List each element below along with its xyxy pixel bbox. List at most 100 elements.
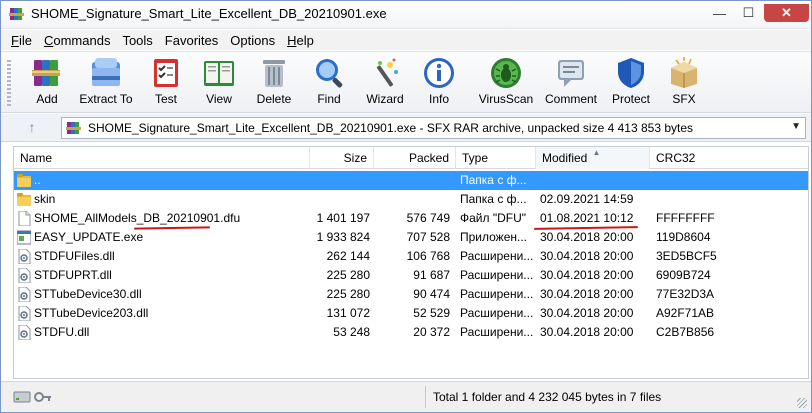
file-name: STDFUPRT.dll [34,268,112,282]
file-name: STTubeDevice30.dll [34,287,142,301]
menu-file[interactable]: File [11,33,32,48]
file-size [310,190,370,209]
dll-icon [17,286,31,303]
file-row[interactable]: STTubeDevice203.dll 131 072 52 529 Расширен… [14,304,808,323]
view-book-icon [204,61,234,86]
file-row[interactable]: .. Папка с ф... [14,171,808,190]
resize-grip[interactable] [797,398,807,408]
maximize-button[interactable]: ☐ [735,4,762,22]
file-row[interactable]: STDFUFiles.dll 262 144 106 768 Расширени...… [14,247,808,266]
toolbar-grip[interactable] [7,60,11,106]
file-crc32: 119D8604 [656,230,711,244]
file-crc32: 3ED5BCF5 [656,249,717,263]
menu-tools-label: Tools [122,32,153,48]
menu-options[interactable]: Options [230,33,275,48]
menu-commands-label: ommands [53,32,111,48]
file-size: 53 248 [333,325,370,339]
folder-icon [17,192,31,207]
menu-help[interactable]: Help [287,33,314,48]
column-header-crc32[interactable]: CRC32 [650,147,808,169]
archive-path-field[interactable]: SHOME_Signature_Smart_Lite_Excellent_DB_… [61,117,806,139]
file-name: STDFUFiles.dll [34,249,115,263]
file-size: 262 144 [326,249,370,263]
dll-icon [17,305,31,322]
sfx-label: SFX [672,92,696,106]
file-packed-size: 106 768 [406,249,450,263]
exe-icon [16,230,32,245]
menu-bar: File Commands Tools Favorites Options He… [1,30,811,50]
info-button[interactable]: Info [419,56,459,110]
file-packed-size [374,171,450,190]
file-modified: 30.04.2018 20:00 [540,230,634,244]
view-button[interactable]: View [199,56,239,110]
title-bar[interactable]: SHOME_Signature_Smart_Lite_Excellent_DB_… [1,1,811,29]
file-row[interactable]: EASY_UPDATE.exe 1 933 824 707 528 Приложен.… [14,228,808,247]
status-separator [425,386,426,408]
virusscan-button[interactable]: VirusScan [478,56,534,110]
file-type: Папка с ф... [460,192,527,206]
delete-label: Delete [256,92,292,106]
file-name: SHOME_AllModels_DB_20210901.dfu [34,211,241,225]
file-packed-size: 707 528 [406,230,450,244]
comment-button[interactable]: Comment [543,56,599,110]
winrar-books-icon [32,60,60,86]
test-button[interactable]: Test [146,56,186,110]
menu-commands[interactable]: Commands [44,33,110,48]
file-packed-size: 576 749 [406,211,450,225]
file-crc32: 6909B724 [656,268,711,282]
file-packed-size: 90 474 [413,287,450,301]
bug-scan-icon [491,58,521,88]
dll-icon [17,324,31,341]
find-button[interactable]: Find [309,56,349,110]
chevron-down-icon[interactable]: ▼ [791,121,801,132]
sfx-button[interactable]: SFX [664,56,704,110]
file-name: EASY_UPDATE.exe [34,230,144,244]
file-row[interactable]: STDFU.dll 53 248 20 372 Расширени... 30.04.2… [14,323,808,342]
file-type: Папка с ф... [460,173,527,187]
column-header-name[interactable]: Name [14,147,310,169]
file-size: 1 401 197 [316,211,370,225]
file-type: Расширени... [460,287,534,301]
file-name: STDFU.dll [34,325,90,339]
column-header-packed[interactable]: Packed [374,147,456,169]
column-header-row: Name Size Packed Type ▲ Modified CRC32 [14,147,808,169]
status-bar: Total 1 folder and 4 232 045 bytes in 7 … [1,381,811,412]
menu-favorites-label: Favorites [164,32,219,48]
file-modified: 30.04.2018 20:00 [540,287,634,301]
menu-tools[interactable]: Tools [122,33,152,48]
archive-icon [66,122,81,134]
delete-button[interactable]: Delete [254,56,294,110]
magnifier-icon [316,59,343,88]
minimize-button[interactable]: — [706,4,733,22]
file-crc32: A92F71AB [656,306,715,320]
file-row[interactable]: STTubeDevice30.dll 225 280 90 474 Расширени… [14,285,808,304]
protect-button[interactable]: Protect [609,56,653,110]
file-type: Расширени... [460,249,534,263]
column-header-size[interactable]: Size [310,147,374,169]
menu-favorites[interactable]: Favorites [165,33,218,48]
file-modified [540,171,648,190]
address-bar: ↑ SHOME_Signature_Smart_Lite_Excellent_D… [1,114,811,142]
file-name: STTubeDevice203.dll [34,306,149,320]
wizard-button[interactable]: Wizard [363,56,407,110]
file-packed-size: 52 529 [413,306,450,320]
extract-to-button[interactable]: Extract To [77,56,135,110]
up-one-level-button[interactable]: ↑ [23,119,41,137]
test-checklist-icon [154,59,178,87]
winrar-window: SHOME_Signature_Smart_Lite_Excellent_DB_… [0,0,812,413]
file-row[interactable]: SHOME_AllModels_DB_20210901.dfu 1 401 197… [14,209,808,228]
file-packed-size [374,190,450,209]
file-crc32 [656,171,756,190]
add-button[interactable]: Add [27,56,67,110]
column-header-type[interactable]: Type [456,147,536,169]
file-packed-size: 20 372 [413,325,450,339]
column-header-modified[interactable]: ▲ Modified [536,147,650,169]
file-row[interactable]: STDFUPRT.dll 225 280 91 687 Расширени... 30.… [14,266,808,285]
file-size: 1 933 824 [316,230,370,244]
file-row[interactable]: skin Папка с ф... 02.09.2021 14:59 [14,190,808,209]
file-modified: 01.08.2021 10:12 [540,211,634,225]
file-list[interactable]: Name Size Packed Type ▲ Modified CRC32 .… [13,146,809,379]
sort-up-icon: ▲ [592,148,601,157]
close-button[interactable]: ✕ [764,4,809,22]
status-summary: Total 1 folder and 4 232 045 bytes in 7 … [433,390,662,404]
